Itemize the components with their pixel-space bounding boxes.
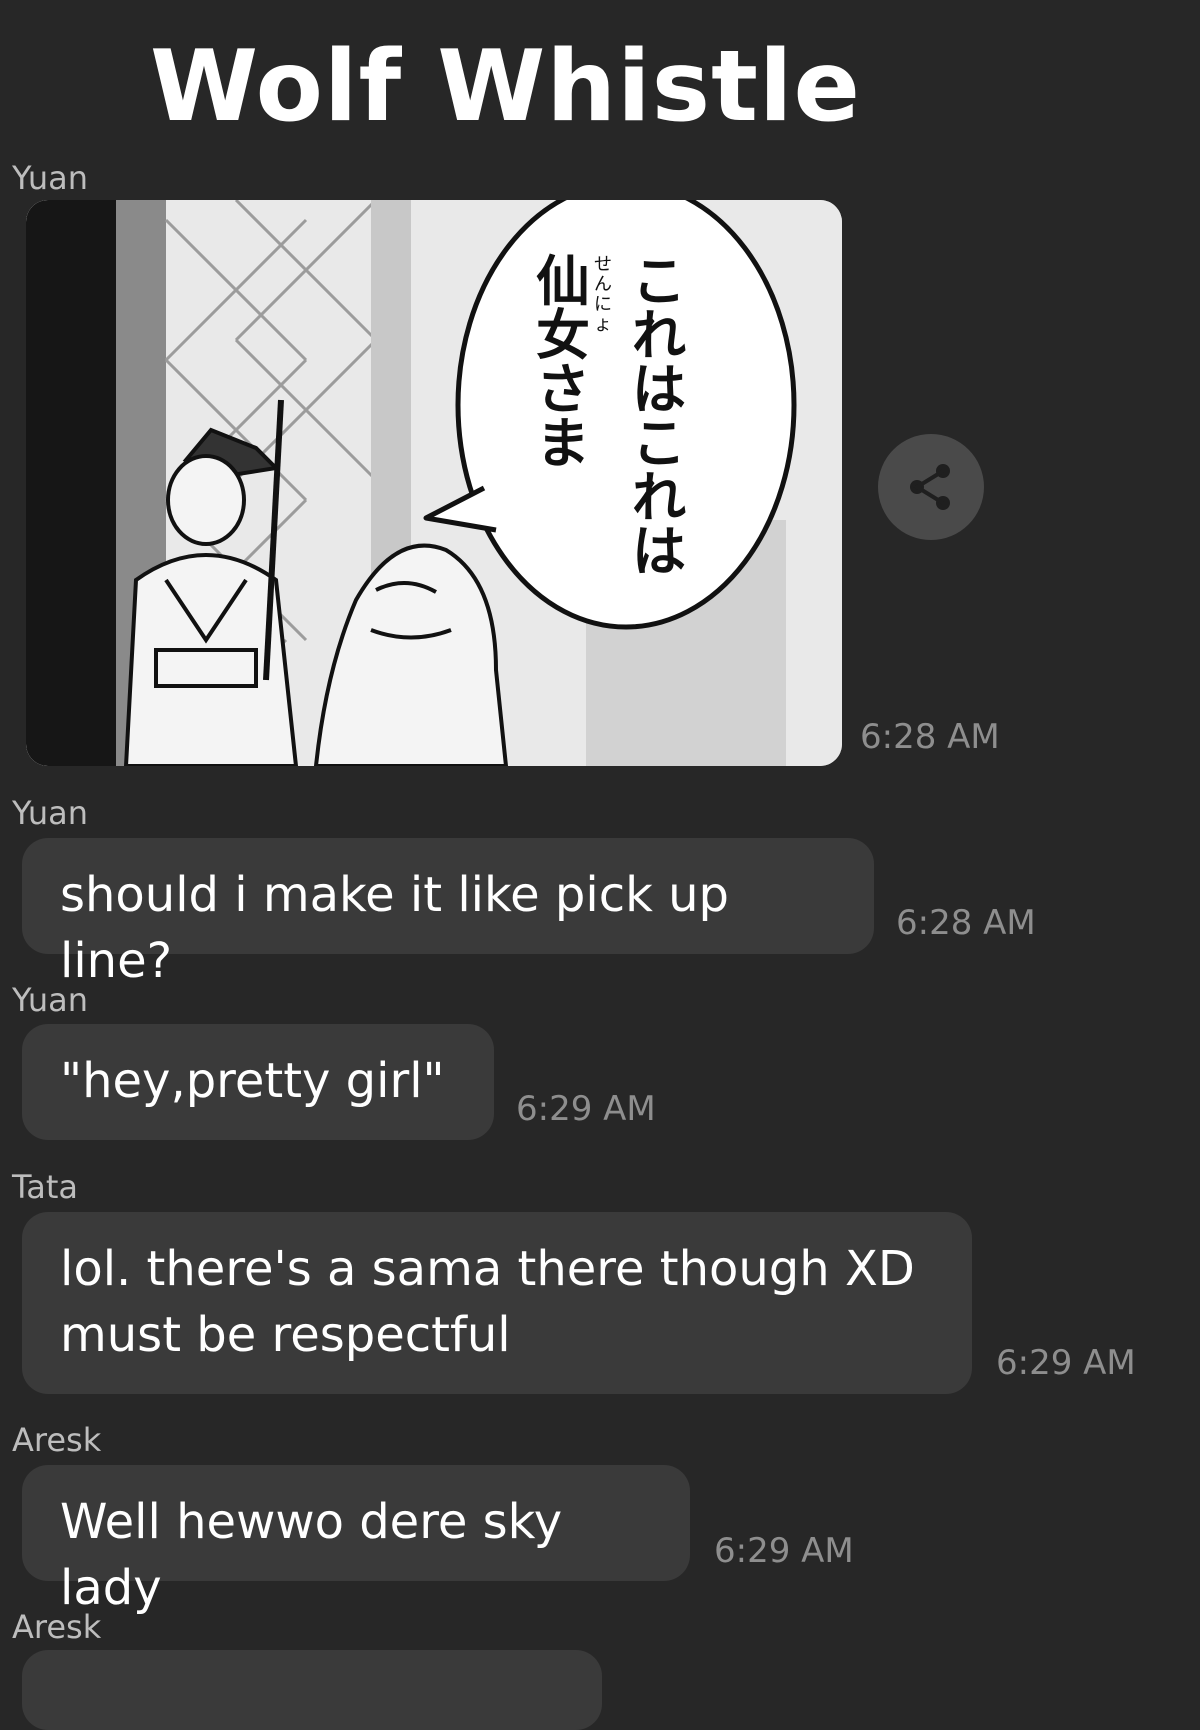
svg-text:ま: ま: [536, 412, 590, 475]
message-bubble-partial[interactable]: [22, 1650, 602, 1730]
svg-text:に: に: [594, 294, 612, 315]
message-timestamp: 6:28 AM: [860, 717, 1000, 757]
message-timestamp: 6:28 AM: [896, 903, 1036, 943]
svg-text:は: は: [632, 520, 686, 583]
svg-text:せ: せ: [594, 254, 612, 275]
sender-name: Aresk: [12, 1608, 102, 1646]
sender-name: Yuan: [12, 981, 89, 1019]
image-message[interactable]: こ れ は こ れ は 仙 女 さ ま せ ん に ょ: [26, 200, 842, 766]
sender-name: Yuan: [12, 159, 89, 197]
message-bubble[interactable]: "hey,pretty girl": [22, 1024, 494, 1140]
share-icon: [910, 464, 950, 510]
message-timestamp: 6:29 AM: [996, 1343, 1136, 1383]
svg-text:ょ: ょ: [594, 314, 612, 335]
message-timestamp: 6:29 AM: [714, 1531, 854, 1571]
svg-text:ん: ん: [594, 274, 612, 295]
message-timestamp: 6:29 AM: [516, 1089, 656, 1129]
chat-title: Wolf Whistle: [150, 30, 861, 144]
message-bubble[interactable]: should i make it like pick up line?: [22, 838, 874, 989]
message-bubble[interactable]: Well hewwo dere sky lady: [22, 1465, 690, 1616]
sender-name: Yuan: [12, 794, 89, 832]
manga-panel-image: こ れ は こ れ は 仙 女 さ ま せ ん に ょ: [26, 200, 842, 766]
sender-name: Aresk: [12, 1421, 102, 1459]
sender-name: Tata: [12, 1168, 79, 1206]
share-button[interactable]: [878, 434, 984, 540]
message-bubble[interactable]: lol. there's a sama there though XD must…: [22, 1212, 972, 1394]
